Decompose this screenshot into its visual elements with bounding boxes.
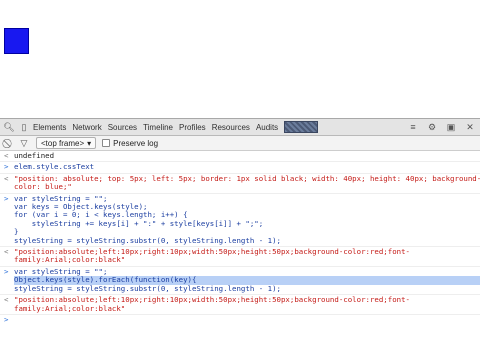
console-input-entry: > elem.style.cssText [0, 162, 480, 174]
console-log[interactable]: < undefined > elem.style.cssText < "position:… [0, 151, 480, 335]
console-result-entry: < "position: absolute; top: 5px; left: 5p… [0, 174, 480, 194]
console-line: family:Arial;color:black" [14, 303, 126, 313]
tab-network[interactable]: Network [69, 119, 104, 136]
console-line: elem.style.cssText [14, 162, 95, 172]
console-line: styleString += key + ":" + style[key] + … [470, 276, 480, 285]
input-chevron-icon: > [4, 193, 9, 203]
input-chevron-icon: > [4, 162, 9, 172]
result-chevron-icon: < [4, 173, 9, 183]
console-line: color: blue;" [14, 182, 72, 192]
input-chevron-icon: > [4, 266, 9, 276]
console-line: styleString = styleString.substr(0, styl… [14, 235, 281, 245]
console-line: styleString += keys[i] + ":" + style[key… [14, 218, 264, 228]
devtools-controls: ≡ ⚙ ▣ ✕ [404, 121, 480, 133]
page-viewport [0, 0, 480, 118]
console-line: undefined [14, 151, 55, 160]
result-chevron-icon: < [4, 247, 9, 257]
console-line: "position: absolute; top: 5px; left: 5px… [14, 173, 480, 183]
frame-selector-label: <top frame> [41, 138, 85, 148]
filter-icon[interactable]: ▽ [18, 137, 30, 149]
close-icon[interactable]: ✕ [464, 121, 476, 133]
tab-console[interactable] [284, 121, 319, 133]
prompt-chevron-icon: > [4, 314, 9, 324]
tab-timeline[interactable]: Timeline [140, 119, 176, 136]
console-line: styleString = styleString.substr(0, styl… [14, 283, 281, 293]
chevron-down-icon: ▾ [87, 138, 92, 148]
result-chevron-icon: < [4, 151, 9, 160]
console-line: family:Arial;color:black" [14, 255, 126, 265]
preserve-log-label: Preserve log [113, 138, 159, 148]
settings-icon[interactable]: ⚙ [426, 121, 438, 133]
tab-profiles[interactable]: Profiles [176, 119, 209, 136]
clear-console-icon[interactable]: ⃠ [3, 137, 15, 149]
bottom-area [0, 334, 480, 360]
tab-elements[interactable]: Elements [30, 119, 69, 136]
tab-sources[interactable]: Sources [105, 119, 140, 136]
tab-resources[interactable]: Resources [209, 119, 253, 136]
result-chevron-icon: < [4, 295, 9, 305]
show-drawer-icon[interactable]: ≡ [407, 121, 419, 133]
frame-selector[interactable]: <top frame> ▾ [36, 137, 97, 149]
screen: 🔍︎ ▯ Elements Network Sources Timeline P… [0, 0, 480, 360]
devtools-panel: 🔍︎ ▯ Elements Network Sources Timeline P… [0, 118, 480, 334]
console-toolbar: ⃠ ▽ <top frame> ▾ Preserve log [0, 136, 480, 151]
console-input-entry: > var styleString = ""; var keys = Object.… [0, 193, 480, 248]
console-input-entry: > var styleString = ""; Object.keys(style)… [0, 266, 480, 296]
dock-icon[interactable]: ▣ [445, 121, 457, 133]
blue-square [4, 28, 29, 54]
magnifier-icon[interactable]: 🔍︎ [3, 121, 15, 133]
devtools-tab-bar: 🔍︎ ▯ Elements Network Sources Timeline P… [0, 119, 480, 136]
console-result-entry: < "position:absolute;left:10px;right:10px… [0, 247, 480, 267]
console-result-entry: < "position:absolute;left:10px;right:10px… [0, 295, 480, 315]
tab-audits[interactable]: Audits [253, 119, 281, 136]
device-icon[interactable]: ▯ [18, 121, 30, 133]
console-output-entry: < undefined [0, 151, 480, 163]
preserve-log-checkbox[interactable] [102, 139, 111, 147]
console-prompt[interactable]: > [0, 315, 480, 325]
